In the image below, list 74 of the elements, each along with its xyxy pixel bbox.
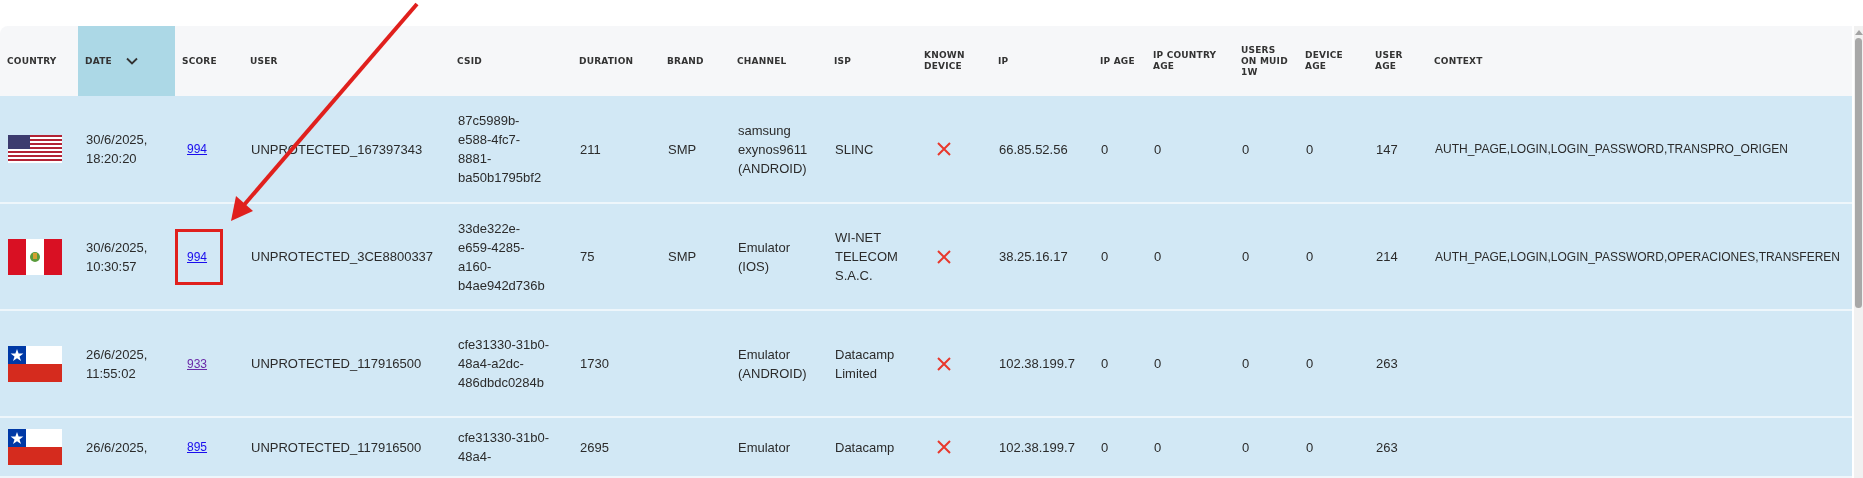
column-header[interactable]: COUNTRY bbox=[0, 26, 78, 96]
score-link[interactable]: 933 bbox=[187, 356, 208, 371]
table-cell-text: WI-NET TELECOM S.A.C. bbox=[835, 229, 899, 285]
table-cell-text: 0 bbox=[1306, 438, 1314, 457]
table-cell-text: 0 bbox=[1306, 140, 1314, 159]
column-header[interactable]: ISP bbox=[827, 26, 917, 96]
table-cell-text: Emulator (IOS) bbox=[738, 238, 792, 276]
score-link[interactable]: 895 bbox=[187, 440, 208, 454]
score-link[interactable]: 994 bbox=[187, 249, 208, 264]
table-cell-text: 33de322e-e659-4285-a160-b4ae942d736b bbox=[458, 219, 546, 295]
table-cell-text: 0 bbox=[1101, 438, 1109, 457]
column-header[interactable]: IP COUNTRY AGE bbox=[1146, 26, 1234, 96]
table-cell-text: cfe31330-31b0-48a4- bbox=[458, 429, 550, 466]
column-header[interactable]: BRAND bbox=[660, 26, 730, 96]
table-cell-text: Datacamp bbox=[835, 438, 895, 457]
table-cell-text: 66.85.52.56 bbox=[999, 140, 1068, 159]
table-cell-text: 0 bbox=[1306, 355, 1314, 373]
table-cell-text: 0 bbox=[1154, 140, 1162, 159]
table-cell-text: 30/6/2025, 18:20:20 bbox=[86, 131, 149, 168]
table-cell-text: 263 bbox=[1376, 355, 1398, 373]
table-cell-text: 147 bbox=[1376, 140, 1398, 159]
column-header[interactable]: USER AGE bbox=[1368, 26, 1427, 96]
table-cell-text: Emulator bbox=[738, 438, 791, 457]
table-cell-text: 0 bbox=[1154, 355, 1162, 373]
chevron-down-icon bbox=[125, 57, 138, 65]
table-cell-text: 102.38.199.7 bbox=[999, 438, 1075, 457]
table-cell-text: 30/6/2025, 10:30:57 bbox=[86, 238, 149, 276]
table-cell-text: SLINC bbox=[835, 140, 874, 159]
table-cell-text: 0 bbox=[1242, 438, 1250, 457]
table-cell-text: 102.38.199.7 bbox=[999, 355, 1075, 373]
table-cell-text: 2695 bbox=[580, 438, 609, 457]
table-cell-text: AUTH_PAGE,LOGIN,LOGIN_PASSWORD,OPERACIONES,TRANSFEREN bbox=[1435, 248, 1840, 266]
table-cell-text: Emulator (ANDROID) bbox=[738, 345, 808, 383]
table-cell-text: 0 bbox=[1306, 248, 1314, 266]
table-cell-text: 0 bbox=[1101, 355, 1109, 373]
table-cell-text: UNPROTECTED_3CE8800337 bbox=[251, 248, 434, 266]
table-cell-text: AUTH_PAGE,LOGIN,LOGIN_PASSWORD,TRANSPRO_ORIGEN bbox=[1435, 141, 1788, 158]
column-header[interactable]: SCORE bbox=[175, 26, 243, 96]
table-cell-text: SMP bbox=[668, 248, 697, 266]
table-cell-text: UNPROTECTED_117916500 bbox=[251, 438, 422, 457]
table-cell-text: 0 bbox=[1101, 248, 1109, 266]
column-header[interactable]: IP bbox=[991, 26, 1093, 96]
table-cell-text: 0 bbox=[1154, 248, 1162, 266]
column-header[interactable]: DURATION bbox=[572, 26, 660, 96]
table-cell-text: 38.25.16.17 bbox=[999, 248, 1068, 266]
column-header[interactable]: CSID bbox=[450, 26, 572, 96]
table-cell-text: 263 bbox=[1376, 438, 1398, 457]
table-cell-text: 214 bbox=[1376, 248, 1398, 266]
table-cell-text: 26/6/2025, bbox=[86, 438, 148, 457]
score-link[interactable]: 994 bbox=[187, 142, 208, 156]
table-cell-text: 0 bbox=[1242, 355, 1250, 373]
table-cell-text: 1730 bbox=[580, 355, 609, 373]
column-header[interactable]: DEVICE AGE bbox=[1298, 26, 1368, 96]
table-cell-text: 0 bbox=[1242, 140, 1250, 159]
column-header[interactable]: DATE bbox=[78, 26, 175, 96]
column-header[interactable]: USERS ON MUID 1W bbox=[1234, 26, 1298, 96]
table-cell-text: 87c5989b-e588-4fc7-8881-ba50b1795bf2 bbox=[458, 112, 543, 187]
column-header[interactable]: IP AGE bbox=[1093, 26, 1146, 96]
column-header[interactable]: USER bbox=[243, 26, 450, 96]
table-cell-text: 211 bbox=[580, 140, 601, 159]
column-header[interactable]: KNOWN DEVICE bbox=[917, 26, 991, 96]
table-cell-text: SMP bbox=[668, 140, 697, 159]
table-cell-text: 0 bbox=[1242, 248, 1250, 266]
column-header[interactable]: CONTEXT bbox=[1427, 26, 1852, 96]
column-header[interactable]: CHANNEL bbox=[730, 26, 827, 96]
table-cell-text: 0 bbox=[1101, 140, 1109, 159]
table-cell-text: UNPROTECTED_117916500 bbox=[251, 355, 422, 373]
table-cell-text: 75 bbox=[580, 248, 595, 266]
table-cell-text: Datacamp Limited bbox=[835, 345, 896, 383]
scrollbar[interactable] bbox=[1854, 26, 1863, 478]
table-cell-text: 26/6/2025, 11:55:02 bbox=[86, 345, 149, 383]
table-cell-text: samsung exynos9611 (ANDROID) bbox=[738, 121, 809, 178]
table-cell-text: 0 bbox=[1154, 438, 1162, 457]
table-cell-text: cfe31330-31b0-48a4-a2dc-486dbdc0284b bbox=[458, 336, 550, 392]
